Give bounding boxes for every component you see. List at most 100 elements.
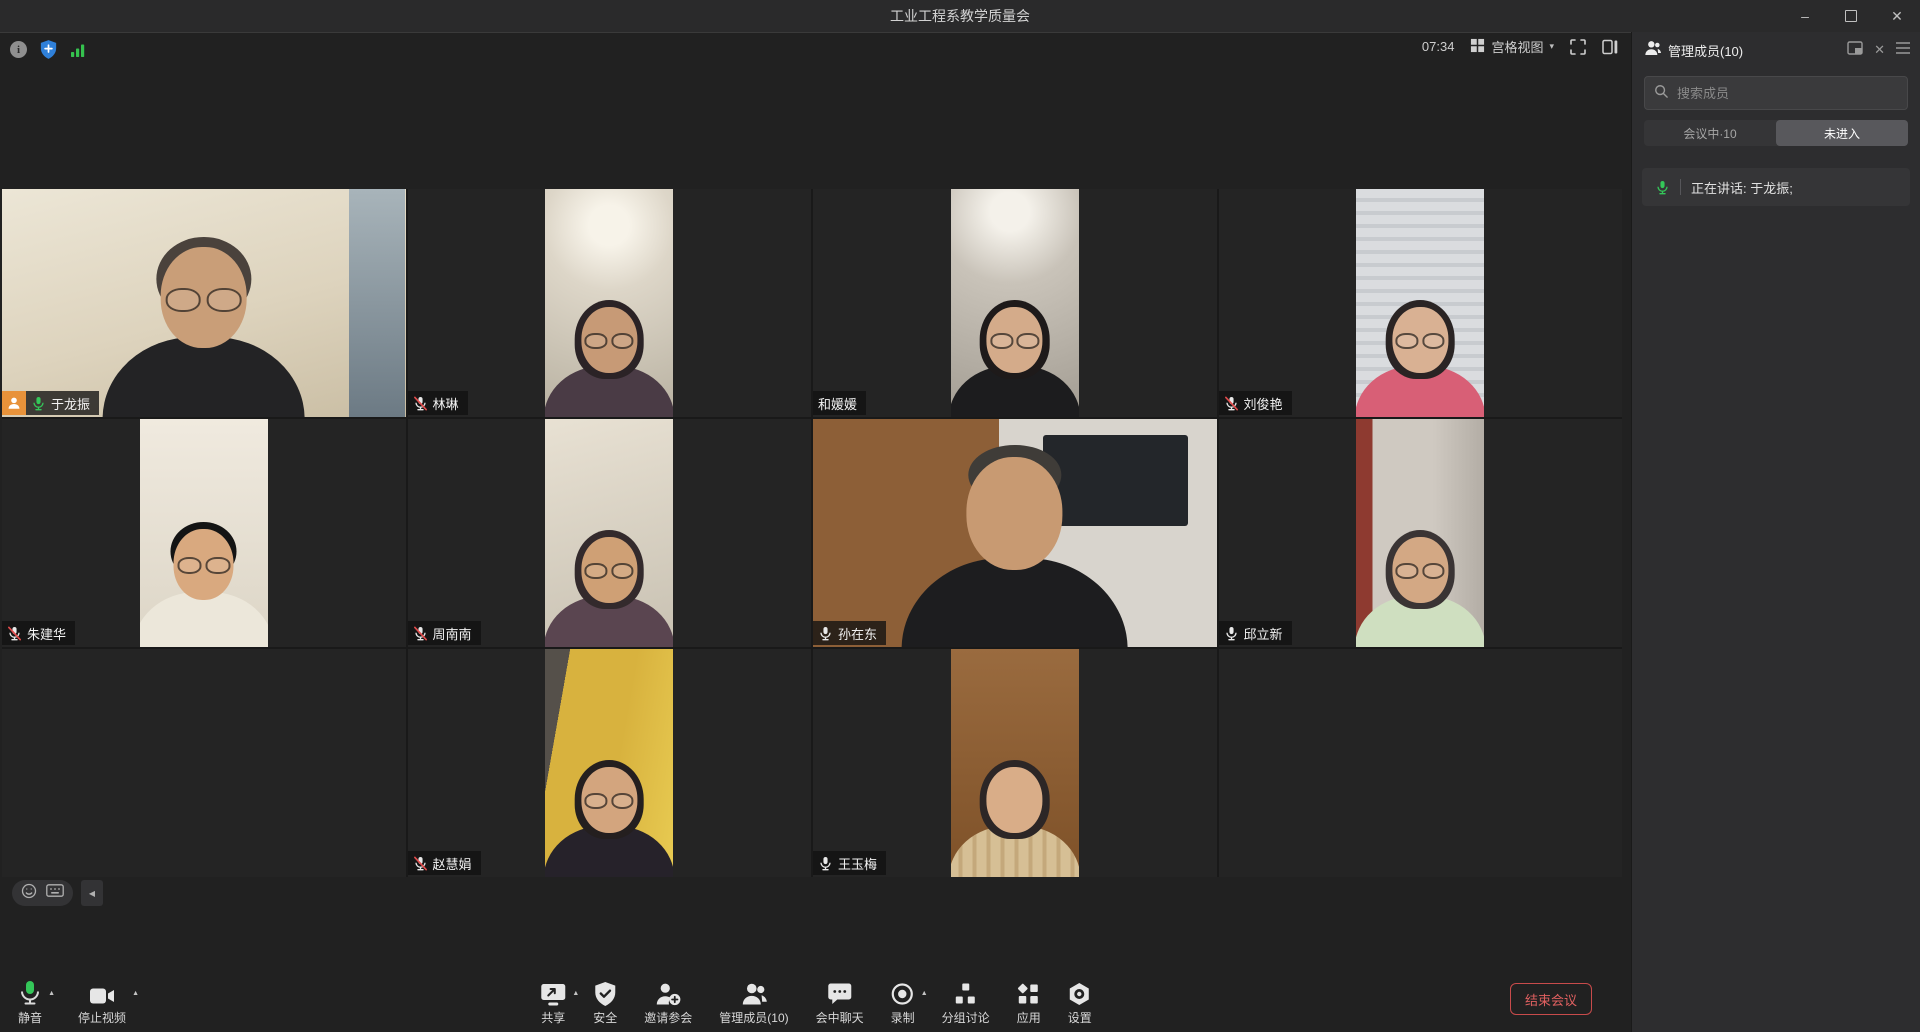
grid-view-icon [1470,38,1485,56]
lens [611,563,634,579]
status-bar-right: 07:34 宫格视图 ▾ [1422,37,1618,56]
person-silhouette [1356,530,1484,647]
video-tile[interactable]: 于龙振 [2,189,406,417]
lens [177,557,202,574]
video-tile[interactable]: 王玉梅 [813,649,1217,877]
person-silhouette [545,530,673,647]
face [1392,537,1448,603]
tab-in-meeting[interactable]: 会议中·10 [1644,120,1776,146]
security-button[interactable]: 安全 [593,980,617,1026]
info-icon[interactable]: i [10,41,27,58]
end-meeting-button[interactable]: 结束会议 [1510,983,1592,1015]
person-add-icon [655,980,681,1006]
host-badge [2,391,26,415]
caption-icon[interactable] [46,884,64,902]
breakout-button[interactable]: 分组讨论 [942,980,990,1026]
manage-members-button[interactable]: 管理成员(10) [719,980,788,1026]
mic-status-icon-muted [7,626,22,641]
breakout-icon [954,980,978,1006]
reaction-pill [12,880,73,906]
mic-icon [19,980,41,1006]
stop-video-button-options[interactable]: ▲ [132,990,139,997]
video-tile[interactable]: 赵慧娟 [408,649,812,877]
face [581,767,637,833]
close-panel-icon[interactable]: ✕ [1874,42,1885,58]
sidebar-actions: ✕ [1847,41,1910,60]
camera-icon [89,980,115,1006]
share-button-options[interactable]: ▲ [572,990,579,997]
video-grid: 于龙振 林琳和媛媛刘俊艳朱建华周南南 孙在东 邱立新赵慧娟 王玉梅 [2,189,1622,877]
layout-view-button[interactable]: 宫格视图 ▾ [1470,37,1554,56]
participant-video [951,649,1079,877]
glasses [990,333,1039,349]
video-tile[interactable]: 和媛媛 [813,189,1217,417]
person-silhouette [897,445,1132,647]
network-signal-icon[interactable] [70,42,86,58]
video-tile[interactable]: 周南南 [408,419,812,647]
popout-panel-icon[interactable] [1847,41,1863,60]
torso [902,558,1128,647]
empty-grid-cell [1219,649,1623,877]
tab-not-joined[interactable]: 未进入 [1776,120,1908,146]
lens [1396,563,1419,579]
participant-name-tag: 孙在东 [813,621,886,645]
participant-name: 于龙振 [51,394,90,413]
menu-icon[interactable] [1896,41,1910,59]
apps-icon [1017,980,1041,1006]
glasses [166,288,242,312]
invite-button[interactable]: 邀请参会 [644,980,692,1026]
glasses [585,563,634,579]
security-shield-icon[interactable] [40,40,57,59]
participant-video [1356,189,1484,417]
video-tile[interactable]: 邱立新 [1219,419,1623,647]
emoji-icon[interactable] [21,883,37,904]
mute-button[interactable]: 静音▲ [18,980,42,1026]
mic-status-icon-muted [413,626,428,641]
mute-button-options[interactable]: ▲ [48,990,55,997]
participant-video [951,189,1079,417]
collapse-left-icon[interactable]: ◀ [81,880,103,906]
member-search-box [1644,76,1908,110]
participant-name-tag: 邱立新 [1219,621,1292,645]
tool-label: 分组讨论 [942,1009,990,1026]
glasses [177,557,230,574]
view-label: 宫格视图 [1491,37,1543,56]
share-button[interactable]: 共享▲ [540,980,566,1026]
close-button[interactable]: ✕ [1874,0,1920,32]
minimize-button[interactable]: – [1782,0,1828,32]
lens [611,333,634,349]
face [987,767,1043,833]
lens [166,288,201,312]
maximize-button[interactable] [1828,0,1874,32]
video-tile[interactable]: 林琳 [408,189,812,417]
people-icon [1644,40,1662,61]
fullscreen-button[interactable] [1570,39,1586,55]
mic-status-icon-on [818,626,833,641]
apps-button[interactable]: 应用 [1017,980,1041,1026]
participant-name-tag: 刘俊艳 [1219,391,1292,415]
side-panel-toggle-button[interactable] [1602,39,1618,55]
share-screen-icon [540,980,566,1006]
record-button[interactable]: 录制▲ [891,980,915,1026]
search-input[interactable] [1675,85,1898,102]
shield-check-icon [594,980,616,1006]
participant-name: 周南南 [433,624,472,643]
settings-icon [1068,980,1092,1006]
stop-video-button[interactable]: 停止视频▲ [78,980,126,1026]
glasses [1396,563,1445,579]
participant-name-tag: 赵慧娟 [408,851,481,875]
tool-label: 管理成员(10) [719,1009,788,1026]
record-icon [891,980,915,1006]
members-sidebar: 管理成员(10) ✕ 会议中·10 未进入 正在讲话: [1631,32,1920,1032]
video-tile[interactable]: 朱建华 [2,419,406,647]
chevron-down-icon: ▾ [1549,41,1554,52]
video-tile[interactable]: 孙在东 [813,419,1217,647]
chat-button[interactable]: 会中聊天 [816,980,864,1026]
tool-label: 会中聊天 [816,1009,864,1026]
video-tile[interactable]: 刘俊艳 [1219,189,1623,417]
torso [140,592,268,647]
lens [585,333,608,349]
record-button-options[interactable]: ▲ [921,990,928,997]
settings-button[interactable]: 设置 [1068,980,1092,1026]
toolbar-left: 静音▲ 停止视频▲ [18,980,126,1026]
